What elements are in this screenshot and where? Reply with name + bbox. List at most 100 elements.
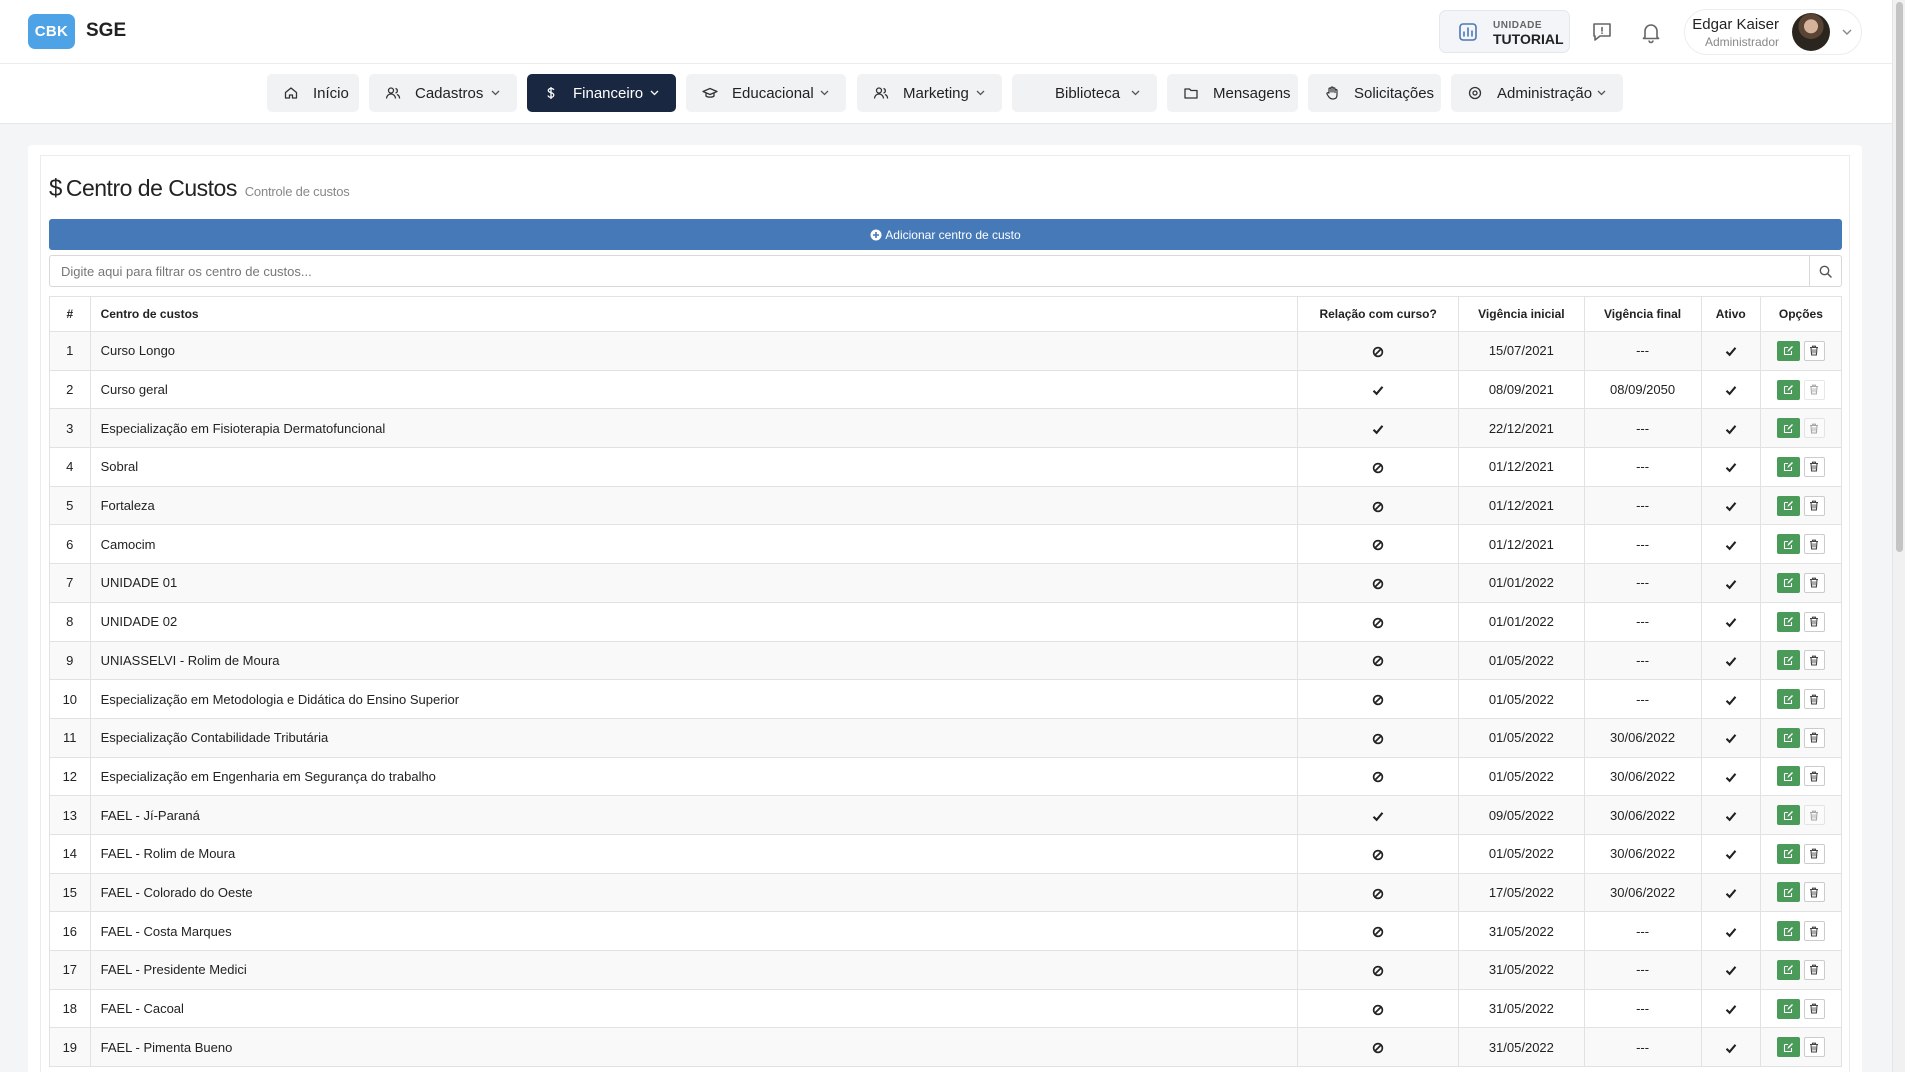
filter-input[interactable]: [50, 256, 1810, 286]
edit-button[interactable]: [1776, 418, 1800, 439]
start-date: 01/12/2021: [1458, 485, 1585, 526]
nav-item-biblioteca[interactable]: Biblioteca: [1012, 74, 1157, 112]
trash-icon: [1809, 539, 1819, 550]
delete-button[interactable]: [1803, 534, 1825, 555]
unit-selector[interactable]: UNIDADE TUTORIAL: [1439, 10, 1570, 53]
app-name: SGE: [86, 20, 127, 41]
delete-button[interactable]: [1803, 572, 1825, 593]
row-number: 10: [49, 679, 91, 719]
course-relation-cell: [1297, 524, 1460, 565]
edit-button[interactable]: [1776, 727, 1800, 748]
edit-button[interactable]: [1776, 572, 1800, 593]
delete-button[interactable]: [1803, 379, 1825, 400]
end-date: ---: [1583, 485, 1702, 526]
edit-button[interactable]: [1776, 534, 1800, 555]
edit-button[interactable]: [1776, 882, 1800, 903]
active-cell: [1700, 950, 1761, 990]
end-date: 30/06/2022: [1583, 833, 1702, 874]
end-date: ---: [1583, 331, 1702, 371]
delete-button[interactable]: [1803, 805, 1825, 826]
scrollbar[interactable]: [1892, 0, 1905, 1072]
check-icon: [1725, 1040, 1737, 1055]
trash-icon: [1809, 577, 1819, 589]
edit-button[interactable]: [1776, 1037, 1800, 1058]
start-date: 01/05/2022: [1458, 679, 1585, 719]
nav-item-educacional[interactable]: Educacional: [686, 74, 846, 112]
delete-button[interactable]: [1803, 456, 1825, 477]
end-date: ---: [1583, 988, 1702, 1029]
end-date: 08/09/2050: [1583, 369, 1702, 410]
nav-item-solicitacoes[interactable]: Solicitações: [1308, 74, 1441, 112]
cost-center-name: FAEL - Costa Marques: [89, 911, 1299, 951]
delete-button[interactable]: [1803, 1037, 1825, 1058]
logo-badge[interactable]: CBK: [28, 14, 75, 49]
edit-button[interactable]: [1776, 379, 1800, 400]
end-date: ---: [1583, 524, 1702, 565]
edit-button[interactable]: [1776, 650, 1800, 671]
chevron-down-icon: [491, 90, 500, 96]
delete-button[interactable]: [1803, 650, 1825, 671]
edit-button[interactable]: [1776, 805, 1800, 826]
course-relation-cell: [1297, 1027, 1460, 1068]
active-cell: [1700, 1027, 1761, 1068]
trash-icon: [1809, 810, 1819, 821]
building-chart-icon: [1459, 23, 1477, 41]
page-title: $ Centro de Custos Controle de custos: [49, 175, 350, 203]
nav-label: Início: [313, 84, 349, 102]
options-cell: [1759, 950, 1843, 990]
edit-icon: [1783, 848, 1794, 859]
nav-item-cadastros[interactable]: Cadastros: [369, 74, 517, 112]
avatar: [1792, 13, 1830, 51]
edit-button[interactable]: [1776, 921, 1800, 942]
edit-button[interactable]: [1776, 611, 1800, 632]
delete-button[interactable]: [1803, 998, 1825, 1019]
user-name: Edgar Kaiser: [1692, 16, 1779, 33]
table-row: 19 FAEL - Pimenta Bueno 31/05/2022 ---: [49, 1027, 1843, 1068]
delete-button[interactable]: [1803, 611, 1825, 632]
edit-icon: [1783, 694, 1794, 705]
check-icon: [1725, 846, 1737, 861]
delete-button[interactable]: [1803, 959, 1825, 980]
trash-icon: [1809, 926, 1819, 937]
end-date: ---: [1583, 640, 1702, 681]
search-button[interactable]: [1809, 256, 1841, 286]
dollar-icon: [547, 87, 555, 99]
col-header-end: Vigência final: [1583, 296, 1702, 332]
edit-button[interactable]: [1776, 766, 1800, 787]
ban-icon: [1372, 575, 1384, 590]
delete-button[interactable]: [1803, 689, 1825, 710]
delete-button[interactable]: [1803, 495, 1825, 516]
edit-icon: [1783, 732, 1794, 743]
add-button-label: Adicionar centro de custo: [885, 227, 1021, 242]
edit-button[interactable]: [1776, 843, 1800, 864]
nav-item-administracao[interactable]: Administração: [1451, 74, 1623, 112]
edit-button[interactable]: [1776, 689, 1800, 710]
nav-item-inicio[interactable]: Início: [267, 74, 359, 112]
add-cost-center-button[interactable]: Adicionar centro de custo: [49, 219, 1842, 250]
delete-button[interactable]: [1803, 843, 1825, 864]
edit-button[interactable]: [1776, 998, 1800, 1019]
bell-icon[interactable]: [1639, 20, 1663, 44]
table-row: 11 Especialização Contabilidade Tributári…: [49, 717, 1843, 758]
edit-button[interactable]: [1776, 340, 1800, 361]
edit-button[interactable]: [1776, 495, 1800, 516]
user-menu[interactable]: Edgar Kaiser Administrador: [1684, 9, 1862, 55]
delete-button[interactable]: [1803, 921, 1825, 942]
ban-icon: [1372, 459, 1384, 474]
delete-button[interactable]: [1803, 766, 1825, 787]
delete-button[interactable]: [1803, 340, 1825, 361]
options-cell: [1759, 756, 1843, 797]
delete-button[interactable]: [1803, 727, 1825, 748]
delete-button[interactable]: [1803, 882, 1825, 903]
nav-item-marketing[interactable]: Marketing: [857, 74, 1002, 112]
chat-icon[interactable]: [1590, 20, 1614, 44]
options-cell: [1759, 331, 1843, 371]
delete-button[interactable]: [1803, 418, 1825, 439]
trash-icon: [1809, 345, 1819, 356]
scrollbar-thumb[interactable]: [1896, 2, 1903, 552]
course-relation-cell: [1297, 795, 1460, 835]
nav-item-financeiro[interactable]: Financeiro: [527, 74, 676, 112]
edit-button[interactable]: [1776, 959, 1800, 980]
edit-button[interactable]: [1776, 456, 1800, 477]
nav-item-mensagens[interactable]: Mensagens: [1167, 74, 1298, 112]
